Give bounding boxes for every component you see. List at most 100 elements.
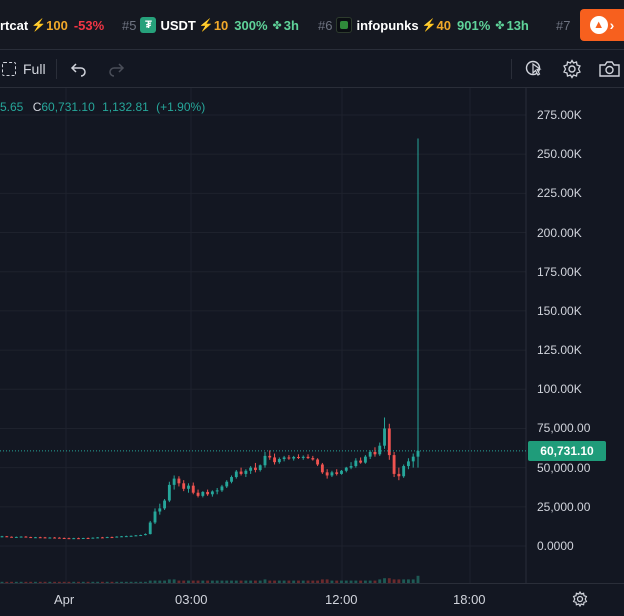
candle-body [72,538,76,540]
price-axis-label: 50,000.00 [537,460,591,475]
candle-body [363,456,367,463]
candle-body [253,467,257,470]
candle-body [292,456,296,459]
candlestick-chart[interactable] [0,88,624,583]
candle-body [124,536,128,538]
ticker-item[interactable]: #7 [556,16,574,34]
candle-body [77,538,80,540]
candle-body [67,538,71,540]
fire-icon: ▲ [589,16,608,34]
candle-body [182,483,186,489]
current-price-label: 60,731.10 [528,440,606,461]
candle-body [210,491,214,495]
bolt-icon: ⚡ [198,18,214,32]
trending-fire-button[interactable]: ▲ › [580,9,624,41]
candle-body [10,536,13,538]
bolt-icon: ⚡ [31,18,47,32]
candle-body [416,450,420,457]
chevron-right-icon: › [609,17,615,33]
price-axis-label: 150.00K [537,303,582,318]
time-axis-label: Apr [54,592,75,607]
candle-body [196,492,200,496]
candle-body [5,536,9,538]
redo-button[interactable] [105,58,127,80]
cursor-tool-button[interactable] [523,58,545,80]
candle-body [110,537,114,539]
ticker-item-change: 901% [457,17,491,33]
candle-body [48,537,52,539]
candle-body [0,536,4,538]
candle-body [144,534,147,536]
candle-body [349,466,353,468]
candle-body [225,481,229,487]
candle-body [287,457,291,459]
candle-body [368,451,372,457]
candle-body [206,491,210,495]
candle-body [163,500,167,509]
candle-body [378,445,382,455]
candle-body [402,466,406,477]
ticker-item[interactable]: #6 infopunks ⚡ 40 901% ✤ 13h [318,16,529,34]
ticker-item-score: 100 [46,17,68,33]
ticker-item-rank: #6 [318,17,333,33]
fullscreen-label: Full [23,61,46,77]
candle-body [177,478,181,484]
ticker-item-age: 13h [506,17,529,33]
price-axis-label: 200.00K [537,225,582,240]
fullscreen-button[interactable]: Full [2,58,46,80]
candle-body [153,511,157,523]
candle-body [258,465,262,470]
candle-body [340,470,343,474]
candle-body [120,536,123,538]
candle-body [62,538,66,540]
undo-button[interactable] [68,58,90,80]
candle-body [282,457,286,460]
candle-body [273,457,276,463]
ticker-item-name: rtcat [0,17,29,33]
bolt-icon: ⚡ [421,18,437,32]
legend-change-percent: (+1.90%) [156,100,206,114]
settings-button[interactable] [561,58,583,80]
ticker-item[interactable]: #5 ₮ USDT ⚡ 10 300% ✤ 3h [122,16,299,34]
axis-settings-icon[interactable] [571,590,589,608]
gear-icon [563,59,581,79]
volume-bar [416,575,420,583]
price-axis-label: 75,000.00 [537,421,591,436]
screenshot-button[interactable] [598,58,620,80]
candle-body [14,536,18,538]
candle-body [407,461,410,467]
candle-body [148,522,152,535]
ticker-item-rank: #7 [556,17,571,33]
candle-body [220,486,224,491]
ticker-item[interactable]: rtcat ⚡ 100 -53% [0,16,104,34]
toolbar-divider [511,59,512,79]
candle-body [268,455,272,458]
candle-body [105,537,109,539]
chart-toolbar: Full [0,50,624,88]
candle-body [96,537,100,539]
time-axis[interactable]: Apr 03:00 12:00 18:00 [0,583,624,616]
ticker-item-score: 10 [213,17,229,33]
price-chart[interactable]: 5.65 C60,731.10 1,132.81 (+1.90%) 275.00… [0,88,624,583]
candle-body [249,467,253,471]
infopunks-logo-icon [336,17,353,33]
price-axis-label: 225.00K [537,186,582,201]
candle-body [43,537,47,539]
price-axis-label: 25,000.00 [537,499,591,514]
candle-body [19,536,23,538]
candle-body [330,472,334,476]
candle-body [320,464,324,473]
candle-body [201,491,205,496]
redo-icon [109,63,125,77]
candle-body [191,485,195,493]
candle-body [34,537,37,539]
candle-body [134,535,138,537]
candle-body [244,470,248,474]
candle-body [354,460,358,467]
toolbar-divider [56,59,57,79]
candle-body [311,458,315,460]
ticker-item-change: 300% [234,17,268,33]
ticker-item-rank: #5 [122,17,137,33]
candle-body [81,538,85,540]
ohlc-legend: 5.65 C60,731.10 1,132.81 (+1.90%) [0,100,205,114]
